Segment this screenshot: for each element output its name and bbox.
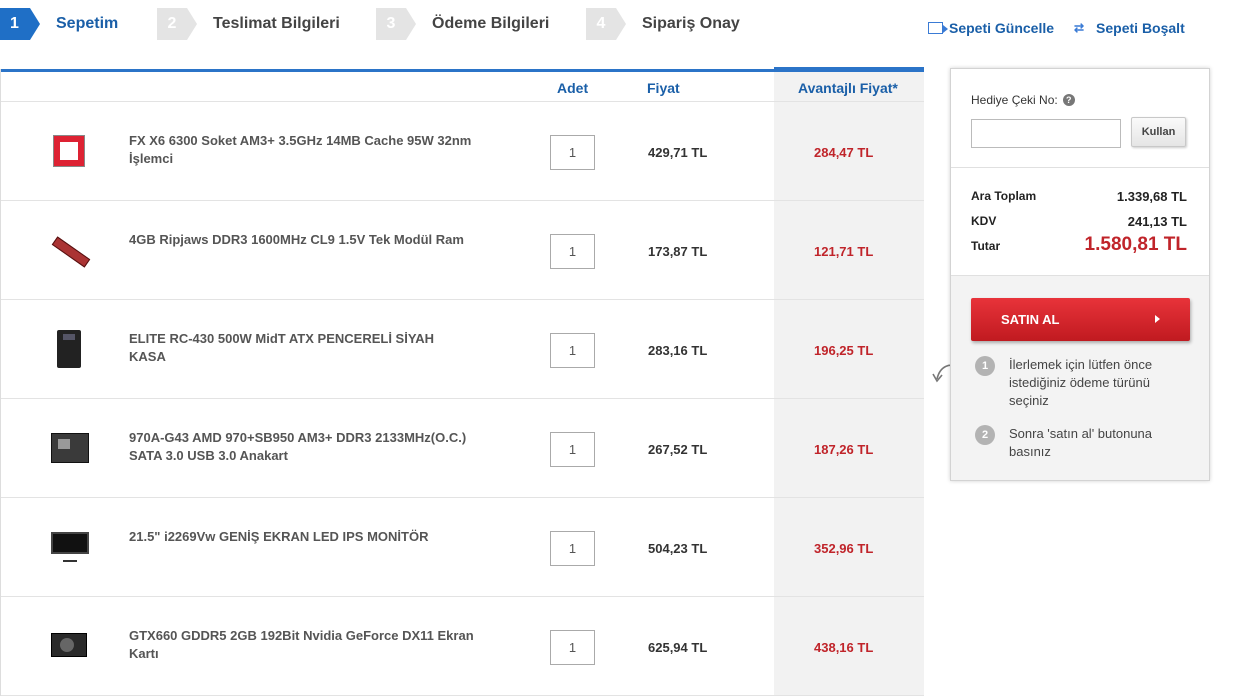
product-name[interactable]: 4GB Ripjaws DDR3 1600MHz CL9 1.5V Tek Mo…	[129, 231, 474, 249]
instruction-text: Sonra 'satın al' butonuna basınız	[1009, 426, 1153, 459]
advantage-price: 352,96 TL	[814, 541, 874, 556]
step-number: 3	[376, 8, 416, 40]
product-price: 173,87 TL	[648, 244, 708, 259]
instruction-number: 2	[975, 425, 995, 445]
empty-cart-label: Sepeti Boşalt	[1096, 20, 1185, 36]
table-row: GTX660 GDDR5 2GB 192Bit Nvidia GeForce D…	[1, 597, 924, 696]
play-arrow-icon	[1155, 315, 1160, 323]
instruction-number: 1	[975, 356, 995, 376]
cart-table: Adet Fiyat Avantajlı Fiyat* FX X6 6300 S…	[0, 67, 924, 696]
advantage-price: 121,71 TL	[814, 244, 874, 259]
product-image[interactable]	[49, 231, 91, 269]
buy-button-label: SATIN AL	[1001, 312, 1060, 327]
product-image[interactable]	[49, 132, 89, 170]
table-row: 970A-G43 AMD 970+SB950 AM3+ DDR3 2133MHz…	[1, 399, 924, 498]
update-cart-link[interactable]: Sepeti Güncelle	[928, 20, 1054, 36]
step-number: 1	[0, 8, 40, 40]
subtotal-label: Ara Toplam	[971, 189, 1037, 203]
table-row: FX X6 6300 Soket AM3+ 3.5GHz 14MB Cache …	[1, 102, 924, 201]
update-cart-label: Sepeti Güncelle	[949, 20, 1055, 36]
step-label: Teslimat Bilgileri	[213, 15, 340, 32]
gift-voucher-label-row: Hediye Çeki No: ?	[971, 93, 1075, 107]
vat-label: KDV	[971, 214, 997, 228]
instruction-text: İlerlemek için lütfen önce istediğiniz ö…	[1009, 357, 1153, 408]
step-label: Sepetim	[56, 15, 119, 32]
total-label: Tutar	[971, 239, 1001, 253]
product-image[interactable]	[49, 429, 89, 467]
step-payment[interactable]: 3 Ödeme Bilgileri	[376, 8, 549, 40]
use-voucher-button[interactable]: Kullan	[1131, 117, 1186, 147]
product-price: 267,52 TL	[648, 442, 708, 457]
product-name[interactable]: FX X6 6300 Soket AM3+ 3.5GHz 14MB Cache …	[129, 132, 474, 168]
total-value: 1.580,81 TL	[1084, 234, 1187, 255]
product-name[interactable]: GTX660 GDDR5 2GB 192Bit Nvidia GeForce D…	[129, 627, 474, 663]
product-image[interactable]	[49, 528, 89, 566]
update-icon	[928, 22, 948, 34]
product-image[interactable]	[49, 627, 89, 665]
table-row: 4GB Ripjaws DDR3 1600MHz CL9 1.5V Tek Mo…	[1, 201, 924, 300]
product-price: 625,94 TL	[648, 640, 708, 655]
gift-voucher-section: Hediye Çeki No: ? Kullan	[951, 69, 1209, 168]
product-price: 429,71 TL	[648, 145, 708, 160]
header-advantage-price: Avantajlı Fiyat*	[798, 80, 898, 96]
vat-value: 241,13 TL	[1127, 214, 1187, 229]
product-name[interactable]: 970A-G43 AMD 970+SB950 AM3+ DDR3 2133MHz…	[129, 429, 474, 465]
product-price: 504,23 TL	[648, 541, 708, 556]
step-label: Sipariş Onay	[642, 15, 740, 32]
step-label: Ödeme Bilgileri	[432, 15, 550, 32]
advantage-price: 196,25 TL	[814, 343, 874, 358]
instruction-step: 2 Sonra 'satın al' butonuna basınız	[975, 425, 1175, 461]
buy-button[interactable]: SATIN AL	[971, 298, 1190, 341]
cart-actions: Sepeti Güncelle ⇄ Sepeti Boşalt	[928, 20, 1185, 36]
empty-cart-link[interactable]: ⇄ Sepeti Boşalt	[1074, 20, 1185, 36]
quantity-input[interactable]	[550, 531, 595, 566]
step-cart[interactable]: 1 Sepetim	[0, 8, 118, 40]
totals-section: Ara Toplam 1.339,68 TL KDV 241,13 TL Tut…	[951, 168, 1209, 276]
step-number: 4	[586, 8, 626, 40]
table-row: 21.5" i2269Vw GENİŞ EKRAN LED IPS MONİTÖ…	[1, 498, 924, 597]
gift-voucher-label: Hediye Çeki No:	[971, 93, 1058, 107]
quantity-input[interactable]	[550, 432, 595, 467]
instruction-step: 1 İlerlemek için lütfen önce istediğiniz…	[975, 356, 1175, 410]
step-confirm[interactable]: 4 Sipariş Onay	[586, 8, 740, 40]
quantity-input[interactable]	[550, 630, 595, 665]
quantity-input[interactable]	[550, 234, 595, 269]
advantage-price: 438,16 TL	[814, 640, 874, 655]
order-summary-panel: Hediye Çeki No: ? Kullan Ara Toplam 1.33…	[950, 68, 1210, 481]
product-price: 283,16 TL	[648, 343, 708, 358]
step-delivery[interactable]: 2 Teslimat Bilgileri	[157, 8, 340, 40]
quantity-input[interactable]	[550, 333, 595, 368]
help-icon[interactable]: ?	[1062, 94, 1075, 106]
product-name[interactable]: ELITE RC-430 500W MidT ATX PENCERELİ SİY…	[129, 330, 474, 366]
advantage-price: 284,47 TL	[814, 145, 874, 160]
header-price: Fiyat	[647, 80, 680, 96]
gift-voucher-input[interactable]	[971, 119, 1121, 148]
advantage-price: 187,26 TL	[814, 442, 874, 457]
product-name[interactable]: 21.5" i2269Vw GENİŞ EKRAN LED IPS MONİTÖ…	[129, 528, 474, 546]
header-qty: Adet	[557, 80, 589, 96]
quantity-input[interactable]	[550, 135, 595, 170]
checkout-steps: 1 Sepetim 2 Teslimat Bilgileri 3 Ödeme B…	[0, 8, 900, 40]
refresh-icon: ⇄	[1074, 21, 1085, 35]
product-image[interactable]	[49, 330, 89, 368]
table-row: ELITE RC-430 500W MidT ATX PENCERELİ SİY…	[1, 300, 924, 399]
table-header: Adet Fiyat Avantajlı Fiyat*	[1, 72, 924, 102]
subtotal-value: 1.339,68 TL	[1116, 189, 1187, 204]
step-number: 2	[157, 8, 197, 40]
